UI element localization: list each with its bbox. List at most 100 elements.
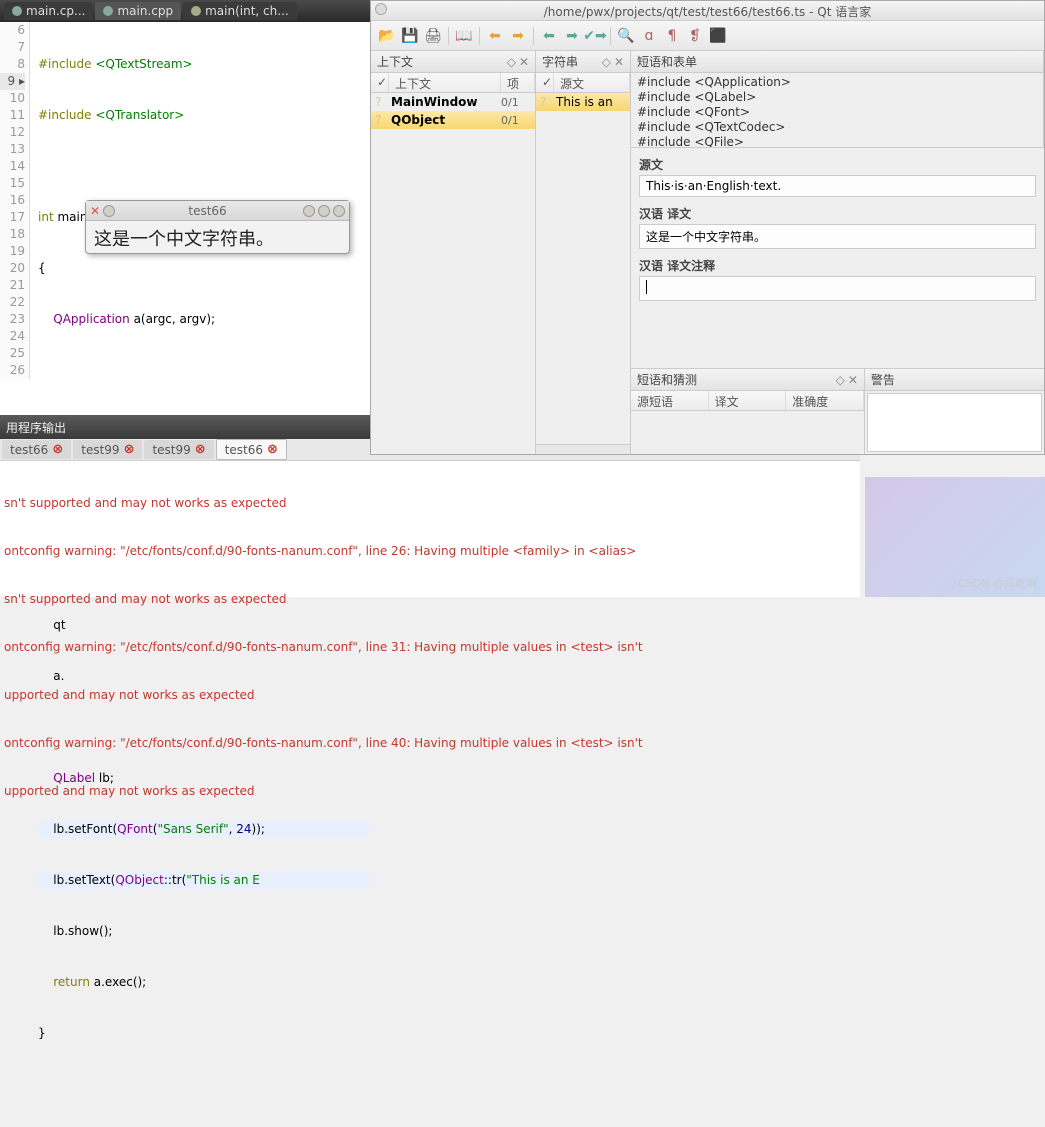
minimize-icon[interactable] (303, 205, 315, 217)
include: <QTextStream> (95, 57, 192, 71)
window-button[interactable] (103, 205, 115, 217)
output-tab[interactable]: test66⊗ (2, 440, 71, 459)
done-next-icon[interactable]: ✔➡ (585, 26, 605, 46)
validate-icon[interactable]: 🔍 (616, 26, 636, 46)
book-icon[interactable]: 📖 (454, 26, 474, 46)
context-name: MainWindow (391, 95, 501, 109)
string-row-selected[interactable]: ? This is an (536, 93, 630, 111)
tab-label: test99 (152, 443, 190, 457)
close-icon[interactable]: ✕ (90, 204, 100, 218)
include-line: #include <QFont> (637, 105, 1037, 120)
col-check[interactable]: ✓ (536, 73, 554, 92)
undock-icon[interactable]: ◇ (836, 373, 845, 387)
popup-content: 这是一个中文字符串。 (86, 221, 349, 255)
table-header: ✓ 上下文 项 (371, 73, 535, 93)
maximize-icon[interactable] (318, 205, 330, 217)
include: <QTranslator> (95, 108, 184, 122)
include-line: #include <QLabel> (637, 90, 1037, 105)
window-button[interactable] (375, 3, 387, 15)
context-row[interactable]: ? MainWindow 0/1 (371, 93, 535, 111)
close-icon[interactable]: ⊗ (52, 442, 63, 457)
translation-area: 短语和表单 #include <QApplication> #include <… (631, 51, 1044, 454)
table-header: 源短语 译文 准确度 (631, 391, 864, 411)
code-text: lb.setText( (38, 873, 115, 887)
col-translation[interactable]: 译文 (709, 391, 787, 410)
editor-tab-bar: main.cp... main.cpp main(int, ch... (0, 0, 370, 22)
close-icon[interactable]: ✕ (519, 55, 529, 69)
kw: #include (38, 57, 95, 71)
col-context[interactable]: 上下文 (389, 73, 501, 92)
prev-icon[interactable]: ⬅ (485, 26, 505, 46)
close-icon[interactable]: ✕ (614, 55, 624, 69)
output-line: sn't supported and may not works as expe… (4, 591, 856, 607)
context-count: 0/1 (501, 96, 531, 109)
close-icon[interactable]: ⊗ (124, 442, 135, 457)
tab-label: main.cpp (117, 4, 173, 18)
translation-form: 源文 This·is·an·English·text. 汉语 译文 这是一个中文… (631, 147, 1044, 368)
question-icon: ? (540, 95, 556, 109)
linguist-toolbar: 📂 💾 🖨 📖 ⬅ ➡ ⬅ ➡ ✔➡ 🔍 ɑ ¶ ❡ ⬛ (371, 21, 1044, 51)
col-src-phrase[interactable]: 源短语 (631, 391, 709, 410)
undock-icon[interactable]: ◇ (602, 55, 611, 69)
output-line: ontconfig warning: "/etc/fonts/conf.d/90… (4, 543, 856, 559)
output-line: upported and may not works as expected (4, 783, 856, 799)
code-text: ::tr( (164, 873, 186, 887)
strings-panel: 字符串 ◇ ✕ ✓ 源文 ? This is an (536, 51, 631, 454)
type: QApplication (38, 312, 130, 326)
watermark: CSDN @郑乾啊 (958, 575, 1037, 591)
kw: int (38, 210, 54, 224)
panel-header: 短语和表单 (631, 51, 1043, 73)
cpp-icon (12, 6, 22, 16)
output-tab[interactable]: test99⊗ (73, 440, 142, 459)
output-tab[interactable]: test99 ⊗ (144, 440, 213, 459)
undock-icon[interactable]: ◇ (507, 55, 516, 69)
editor-tab-active[interactable]: main.cpp (95, 2, 181, 20)
kw: return (38, 975, 90, 989)
linguist-titlebar[interactable]: /home/pwx/projects/qt/test/test66/test66… (371, 1, 1044, 21)
save-icon[interactable]: 💾 (400, 26, 420, 46)
editor-tab[interactable]: main.cp... (4, 2, 93, 20)
panel-title: 上下文 (377, 53, 413, 70)
bottom-panels: 短语和猜测 ◇ ✕ 源短语 译文 准确度 警告 (631, 368, 1044, 454)
punctuation-icon[interactable]: ¶ (662, 26, 682, 46)
code-text: } (38, 1025, 370, 1042)
close-icon[interactable]: ⊗ (195, 442, 206, 457)
close-icon[interactable]: ⊗ (267, 442, 278, 457)
placemarker-icon[interactable]: ⬛ (708, 26, 728, 46)
next-icon[interactable]: ➡ (508, 26, 528, 46)
accelerator-icon[interactable]: ɑ (639, 26, 659, 46)
comment-input[interactable] (639, 276, 1036, 301)
context-row-selected[interactable]: ? QObject 0/1 (371, 111, 535, 129)
col-source[interactable]: 源文 (554, 73, 630, 92)
kw: #include (38, 108, 95, 122)
close-icon[interactable]: ✕ (848, 373, 858, 387)
source-label: 源文 (639, 156, 1036, 173)
open-icon[interactable]: 📂 (377, 26, 397, 46)
panel-title: 字符串 (542, 53, 578, 70)
panel-title: 短语和表单 (637, 53, 697, 70)
editor-tab[interactable]: main(int, ch... (183, 2, 297, 20)
panel-header: 短语和猜测 ◇ ✕ (631, 369, 864, 391)
col-accuracy[interactable]: 准确度 (786, 391, 864, 410)
output-line: sn't supported and may not works as expe… (4, 495, 856, 511)
translation-input[interactable]: 这是一个中文字符串。 (639, 224, 1036, 249)
qt-linguist-window: /home/pwx/projects/qt/test/test66/test66… (370, 0, 1045, 455)
question-icon: ? (375, 95, 391, 109)
code-text: a(argc, argv); (130, 312, 215, 326)
close-icon[interactable] (333, 205, 345, 217)
print-icon[interactable]: 🖨 (423, 26, 443, 46)
context-count: 0/1 (501, 114, 531, 127)
prev-unfinished-icon[interactable]: ⬅ (539, 26, 559, 46)
source-text: This·is·an·English·text. (639, 175, 1036, 197)
scrollbar[interactable] (536, 444, 630, 454)
output-text[interactable]: sn't supported and may not works as expe… (0, 461, 860, 833)
phrase-icon[interactable]: ❡ (685, 26, 705, 46)
popup-titlebar[interactable]: ✕ test66 (86, 201, 349, 221)
question-icon: ? (375, 113, 391, 127)
next-unfinished-icon[interactable]: ➡ (562, 26, 582, 46)
col-items[interactable]: 项 (501, 73, 535, 92)
output-tab-active[interactable]: test66⊗ (216, 439, 287, 460)
col-check[interactable]: ✓ (371, 73, 389, 92)
output-line: ontconfig warning: "/etc/fonts/conf.d/90… (4, 639, 856, 655)
test66-window[interactable]: ✕ test66 这是一个中文字符串。 (85, 200, 350, 254)
